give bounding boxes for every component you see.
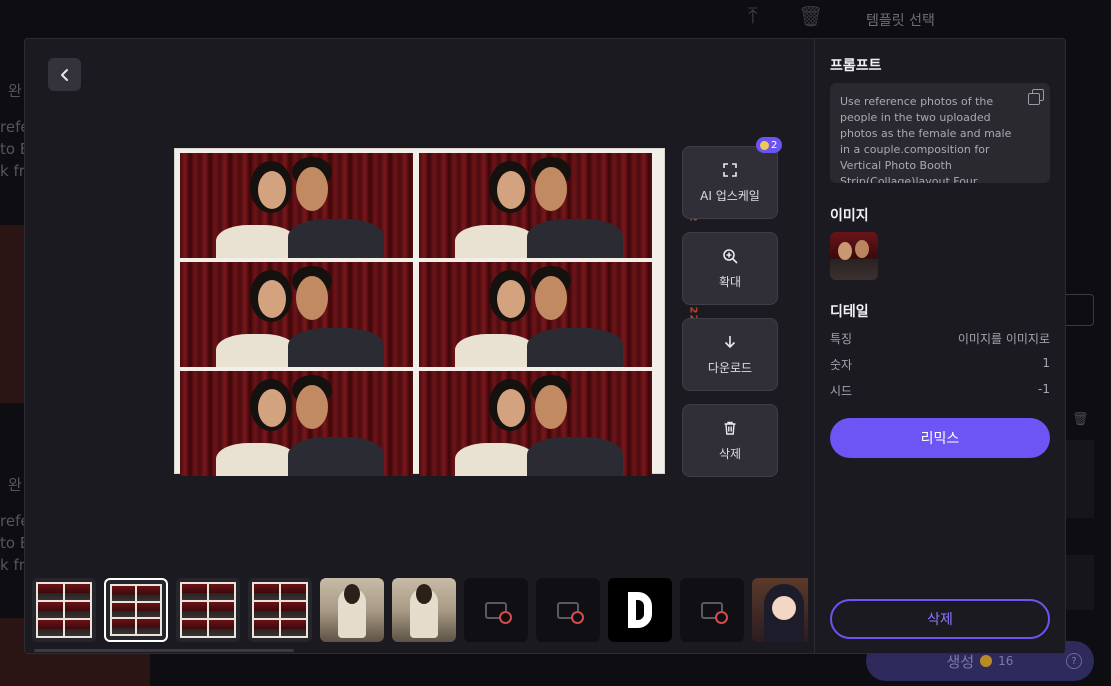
detail-row-feature: 특징 이미지를 이미지로 bbox=[830, 330, 1050, 347]
background-text: 완 bbox=[8, 82, 22, 100]
photo-frame bbox=[419, 153, 652, 258]
expand-icon bbox=[722, 162, 738, 181]
chevron-left-icon bbox=[60, 68, 68, 81]
detail-row-seed: 시드 -1 bbox=[830, 382, 1050, 399]
coin-icon bbox=[980, 655, 993, 667]
prompt-text: Use reference photos of the people in th… bbox=[840, 95, 1012, 183]
image-detail-modal: 5222 5222 502 AI 업스케일 2 확대 다운로드 삭제 프롬프트 bbox=[24, 38, 1066, 654]
upload-icon[interactable]: ⤒ bbox=[748, 4, 758, 29]
detail-label: 특징 bbox=[830, 332, 853, 346]
delete-image-button[interactable]: 삭제 bbox=[682, 404, 778, 477]
zoom-label: 확대 bbox=[718, 274, 742, 289]
delete-label: 삭제 bbox=[718, 446, 742, 461]
photo-frame bbox=[419, 262, 652, 367]
generated-image[interactable] bbox=[174, 148, 665, 476]
trash-icon[interactable]: 🗑 bbox=[798, 4, 823, 28]
prompt-text-box: Use reference photos of the people in th… bbox=[830, 83, 1050, 183]
detail-value: -1 bbox=[1038, 382, 1050, 396]
broken-image-icon bbox=[557, 601, 584, 624]
thumbnail-photo-strip[interactable] bbox=[32, 578, 96, 642]
logo-icon bbox=[628, 592, 652, 628]
cost-badge: 2 bbox=[756, 137, 782, 153]
thumbnail-photo-strip[interactable] bbox=[104, 578, 168, 642]
detail-label: 숫자 bbox=[830, 358, 853, 372]
broken-image-icon bbox=[485, 601, 512, 624]
download-label: 다운로드 bbox=[707, 360, 753, 375]
detail-value: 이미지를 이미지로 bbox=[957, 332, 1050, 346]
thumbnail-portrait[interactable] bbox=[392, 578, 456, 642]
photo-frame bbox=[180, 262, 413, 367]
photo-frame bbox=[419, 371, 652, 476]
zoom-button[interactable]: 확대 bbox=[682, 232, 778, 305]
broken-image-icon bbox=[701, 601, 728, 624]
thumbnail-photo-strip[interactable] bbox=[248, 578, 312, 642]
thumbnail-photo-strip[interactable] bbox=[176, 578, 240, 642]
thumbnail-anime[interactable] bbox=[752, 578, 808, 642]
thumbnail-scrollbar[interactable] bbox=[34, 649, 294, 652]
zoom-in-icon bbox=[722, 248, 738, 267]
thumbnail-missing-image[interactable] bbox=[536, 578, 600, 642]
details-panel: 프롬프트 Use reference photos of the people … bbox=[815, 39, 1065, 653]
trash-icon: 🗑 bbox=[1072, 412, 1089, 427]
photo-frame bbox=[180, 371, 413, 476]
background-input bbox=[1066, 294, 1094, 326]
copy-icon[interactable] bbox=[1028, 89, 1044, 105]
trash-icon bbox=[722, 420, 738, 439]
background-text: 완 bbox=[8, 476, 22, 494]
thumbnail-missing-image[interactable] bbox=[464, 578, 528, 642]
coin-icon bbox=[760, 140, 769, 150]
delete-button-label: 삭제 bbox=[927, 612, 953, 628]
thumbnail-missing-image[interactable] bbox=[680, 578, 744, 642]
background-card bbox=[1066, 555, 1094, 610]
background-toolbar: ⤒ 🗑 템플릿 선택 bbox=[0, 0, 1111, 38]
upscale-cost: 2 bbox=[771, 139, 778, 151]
background-thumbnail bbox=[0, 225, 24, 403]
ai-upscale-label: AI 업스케일 bbox=[700, 188, 760, 203]
thumbnail-strip bbox=[32, 578, 808, 643]
photo-frame bbox=[180, 153, 413, 258]
detail-row-number: 숫자 1 bbox=[830, 356, 1050, 373]
detail-label: 시드 bbox=[830, 384, 853, 398]
generate-cost: 16 bbox=[998, 654, 1014, 668]
download-button[interactable]: 다운로드 bbox=[682, 318, 778, 391]
detail-value: 1 bbox=[1042, 356, 1050, 370]
image-title: 이미지 bbox=[830, 208, 869, 224]
thumbnail-logo[interactable] bbox=[608, 578, 672, 642]
thumbnail-portrait[interactable] bbox=[320, 578, 384, 642]
ai-upscale-button[interactable]: AI 업스케일 bbox=[682, 146, 778, 219]
prompt-title: 프롬프트 bbox=[830, 58, 882, 74]
delete-button[interactable]: 삭제 bbox=[830, 599, 1050, 639]
back-button[interactable] bbox=[48, 58, 81, 91]
detail-title: 디테일 bbox=[830, 304, 869, 320]
template-select-title: 템플릿 선택 bbox=[866, 13, 935, 29]
reference-image[interactable] bbox=[830, 232, 878, 280]
remix-button[interactable]: 리믹스 bbox=[830, 418, 1050, 458]
remix-label: 리믹스 bbox=[920, 431, 960, 447]
help-icon[interactable]: ? bbox=[1066, 653, 1082, 669]
background-card bbox=[1066, 440, 1094, 518]
download-icon bbox=[722, 334, 738, 353]
